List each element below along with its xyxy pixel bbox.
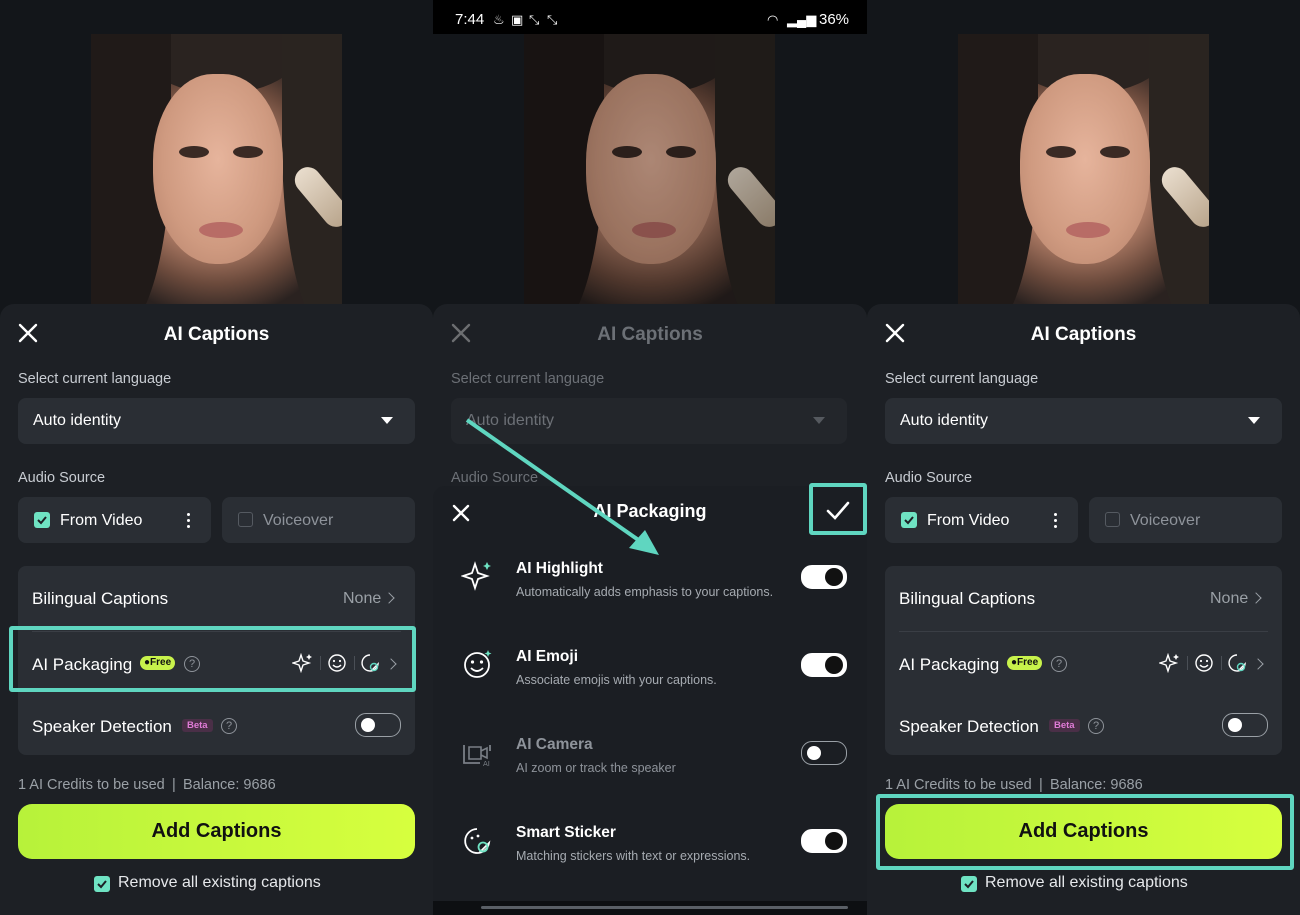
sticker-icon: [1228, 654, 1246, 672]
source-label: Voiceover: [263, 512, 334, 529]
checkbox-empty[interactable]: [238, 512, 253, 527]
remove-existing-captions[interactable]: Remove all existing captions: [94, 874, 321, 892]
source-voiceover[interactable]: Voiceover: [1089, 497, 1282, 543]
page-title: AI Captions: [163, 324, 270, 345]
highlight-ai-packaging: [9, 626, 416, 692]
speaker-detection-label: Speaker Detection: [32, 717, 172, 736]
audio-source-label: Audio Source: [18, 470, 106, 486]
speaker-detection-toggle[interactable]: [1222, 713, 1268, 737]
language-value: Auto identity: [900, 412, 989, 429]
check-icon[interactable]: [34, 512, 50, 528]
bilingual-value[interactable]: None: [1210, 590, 1248, 608]
question-icon[interactable]: ?: [1088, 718, 1104, 734]
source-from-video[interactable]: From Video: [885, 497, 1078, 543]
language-value: Auto identity: [33, 412, 122, 429]
language-dropdown[interactable]: Auto identity: [18, 398, 415, 444]
annotation-arrow: [465, 418, 659, 555]
divider: [899, 631, 1268, 632]
checkbox-empty[interactable]: [1105, 512, 1120, 527]
caret-down-icon: [1248, 417, 1260, 424]
source-label: From Video: [927, 512, 1010, 529]
highlight-add-captions: [876, 794, 1294, 870]
caret-down-icon: [381, 417, 393, 424]
credits-info: 1 AI Credits to be used | Balance: 9686: [885, 777, 1143, 793]
credits-info: 1 AI Credits to be used | Balance: 9686: [18, 777, 276, 793]
beta-badge: Beta: [1049, 719, 1080, 732]
panel-ai-packaging: 7:44 ♨ ▣ ⤡ ⤡ ◠ ▂▄▆ 36% AI Captions Selec…: [433, 0, 867, 915]
remove-existing-captions[interactable]: Remove all existing captions: [961, 874, 1188, 892]
page-title: AI Captions: [1030, 324, 1137, 345]
panel-ai-captions-ready: AI Captions Select current language Auto…: [867, 0, 1300, 915]
ai-packaging-label[interactable]: AI Packaging: [899, 655, 999, 675]
remove-label: Remove all existing captions: [118, 874, 321, 891]
remove-label: Remove all existing captions: [985, 874, 1188, 891]
sparkle-icon: [1159, 653, 1179, 673]
beta-badge: Beta: [182, 719, 213, 732]
video-preview: [91, 34, 342, 304]
language-dropdown[interactable]: Auto identity: [885, 398, 1282, 444]
language-label: Select current language: [18, 371, 172, 387]
speaker-detection-label: Speaker Detection: [899, 717, 1039, 736]
check-icon[interactable]: [901, 512, 917, 528]
audio-source-label: Audio Source: [885, 470, 973, 486]
kebab-icon[interactable]: [1054, 513, 1058, 531]
speaker-detection-toggle[interactable]: [355, 713, 401, 737]
source-label: From Video: [60, 512, 143, 529]
kebab-icon[interactable]: [187, 513, 191, 531]
bilingual-captions-label[interactable]: Bilingual Captions: [32, 589, 168, 609]
check-icon[interactable]: [94, 876, 110, 892]
source-from-video[interactable]: From Video: [18, 497, 211, 543]
check-icon[interactable]: [961, 876, 977, 892]
language-label: Select current language: [885, 371, 1039, 387]
bilingual-value[interactable]: None: [343, 590, 381, 608]
free-badge: ●Free: [1007, 656, 1043, 670]
add-captions-button[interactable]: Add Captions: [18, 804, 415, 859]
bilingual-captions-label[interactable]: Bilingual Captions: [899, 589, 1035, 609]
question-icon[interactable]: ?: [221, 718, 237, 734]
emoji-icon: [1195, 654, 1213, 672]
source-label: Voiceover: [1130, 512, 1201, 529]
video-preview: [958, 34, 1209, 304]
source-voiceover[interactable]: Voiceover: [222, 497, 415, 543]
question-icon[interactable]: ?: [1051, 656, 1067, 672]
panel-ai-captions-initial: AI Captions Select current language Auto…: [0, 0, 433, 915]
